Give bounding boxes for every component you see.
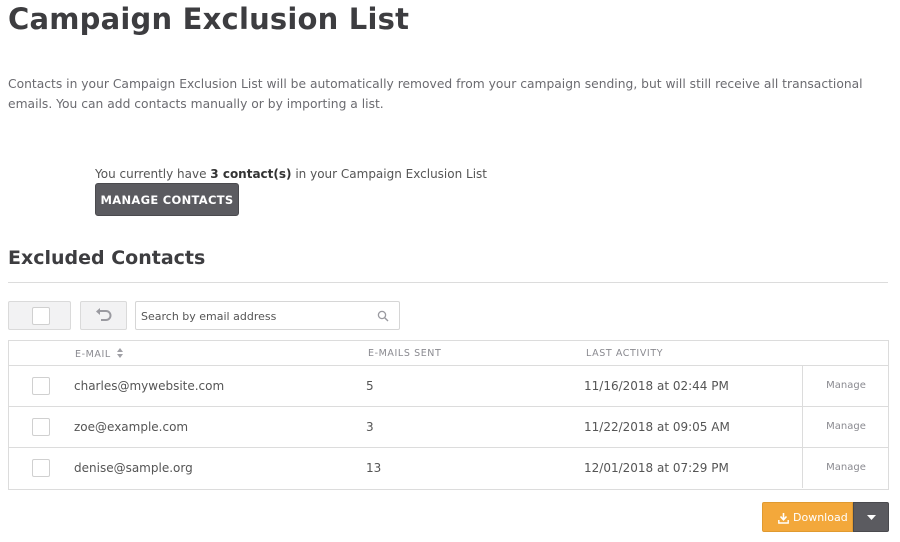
section-divider bbox=[8, 282, 888, 283]
sort-icon[interactable] bbox=[116, 348, 123, 358]
download-label: Download bbox=[793, 511, 848, 524]
row-action-cell: Manage bbox=[802, 448, 888, 488]
table-row: charles@mywebsite.com 5 11/16/2018 at 02… bbox=[9, 366, 888, 407]
select-all-toggle[interactable] bbox=[8, 301, 71, 330]
contact-count: 3 contact(s) bbox=[210, 167, 292, 181]
search-input[interactable] bbox=[141, 306, 366, 326]
row-checkbox[interactable] bbox=[32, 377, 50, 395]
row-last-activity: 12/01/2018 at 07:29 PM bbox=[584, 461, 729, 475]
row-action-cell: Manage bbox=[802, 366, 888, 406]
manage-contacts-button[interactable]: MANAGE CONTACTS bbox=[95, 183, 239, 216]
download-options-button[interactable] bbox=[853, 502, 889, 532]
table-header: E-MAIL E-MAILS SENT LAST ACTIVITY bbox=[9, 341, 888, 366]
excluded-contacts-table: E-MAIL E-MAILS SENT LAST ACTIVITY charle… bbox=[8, 340, 889, 490]
column-header-email[interactable]: E-MAIL bbox=[75, 348, 123, 360]
column-header-last-activity: LAST ACTIVITY bbox=[586, 348, 664, 359]
search-box[interactable] bbox=[135, 301, 400, 330]
select-all-checkbox[interactable] bbox=[32, 307, 50, 325]
summary-prefix: You currently have bbox=[95, 167, 211, 181]
row-email: charles@mywebsite.com bbox=[74, 379, 225, 393]
summary-suffix: in your Campaign Exclusion List bbox=[291, 167, 487, 181]
row-last-activity: 11/22/2018 at 09:05 AM bbox=[584, 420, 730, 434]
download-icon bbox=[778, 513, 789, 524]
row-checkbox[interactable] bbox=[32, 418, 50, 436]
contact-count-summary: You currently have 3 contact(s) in your … bbox=[95, 167, 487, 181]
row-action-cell: Manage bbox=[802, 407, 888, 447]
manage-link[interactable]: Manage bbox=[803, 462, 889, 473]
column-header-emails-sent: E-MAILS SENT bbox=[368, 348, 442, 359]
download-button[interactable]: Download bbox=[762, 502, 853, 532]
row-emails-sent: 5 bbox=[366, 379, 374, 393]
row-email: denise@sample.org bbox=[74, 461, 193, 475]
undo-button[interactable] bbox=[80, 301, 127, 330]
table-row: denise@sample.org 13 12/01/2018 at 07:29… bbox=[9, 448, 888, 489]
row-emails-sent: 3 bbox=[366, 420, 374, 434]
page-title: Campaign Exclusion List bbox=[8, 2, 410, 36]
row-checkbox[interactable] bbox=[32, 459, 50, 477]
table-row: zoe@example.com 3 11/22/2018 at 09:05 AM… bbox=[9, 407, 888, 448]
manage-link[interactable]: Manage bbox=[803, 380, 889, 391]
caret-down-icon bbox=[867, 515, 876, 520]
section-title: Excluded Contacts bbox=[8, 247, 206, 269]
manage-link[interactable]: Manage bbox=[803, 421, 889, 432]
intro-text: Contacts in your Campaign Exclusion List… bbox=[8, 77, 863, 111]
row-last-activity: 11/16/2018 at 02:44 PM bbox=[584, 379, 729, 393]
undo-icon bbox=[96, 308, 112, 321]
column-header-email-label: E-MAIL bbox=[75, 349, 111, 360]
row-emails-sent: 13 bbox=[366, 461, 382, 475]
search-icon[interactable] bbox=[377, 310, 389, 322]
row-email: zoe@example.com bbox=[74, 420, 189, 434]
